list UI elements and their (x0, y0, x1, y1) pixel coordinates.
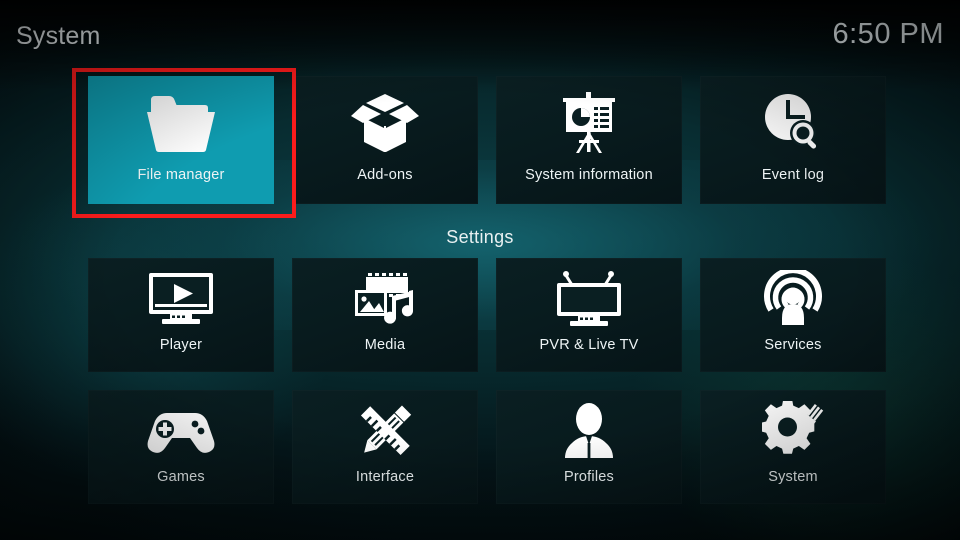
settings-tile-row-1: Player Media PVR & Live TV Services (88, 258, 886, 372)
tile-games[interactable]: Games (88, 390, 274, 504)
tile-label: System information (525, 167, 653, 183)
top-tile-row: File manager Add-ons System information … (88, 76, 886, 204)
tile-label: Services (764, 337, 822, 353)
tile-system[interactable]: System (700, 390, 886, 504)
gamepad-icon (145, 392, 217, 470)
tile-label: Interface (355, 469, 415, 485)
tile-label: Event log (761, 167, 825, 183)
person-bust-icon (560, 392, 618, 470)
tile-label: Add-ons (357, 167, 413, 183)
tile-label: Profiles (564, 469, 614, 485)
tile-label: Games (157, 469, 205, 485)
tile-label: System (768, 469, 818, 485)
settings-tile-row-2: Games Interface Profiles System (88, 390, 886, 504)
tile-services[interactable]: Services (700, 258, 886, 372)
tile-pvr-live-tv[interactable]: PVR & Live TV (496, 258, 682, 372)
header-bar: System 6:50 PM (0, 0, 960, 68)
tile-media[interactable]: Media (292, 258, 478, 372)
broadcast-person-icon (763, 260, 823, 338)
page-title: System (16, 22, 101, 50)
presentation-icon (557, 80, 621, 166)
folder-icon (143, 80, 219, 166)
tile-event-log[interactable]: Event log (700, 76, 886, 204)
clock-search-icon (761, 80, 825, 166)
tile-label: PVR & Live TV (539, 337, 639, 353)
tile-label: Media (364, 337, 406, 353)
tile-player[interactable]: Player (88, 258, 274, 372)
tile-profiles[interactable]: Profiles (496, 390, 682, 504)
tile-interface[interactable]: Interface (292, 390, 478, 504)
monitor-play-icon (146, 260, 216, 338)
tile-add-ons[interactable]: Add-ons (292, 76, 478, 204)
pencil-ruler-icon (354, 392, 416, 470)
tv-antenna-icon (554, 260, 624, 338)
tile-file-manager[interactable]: File manager (88, 76, 274, 204)
open-box-icon (350, 80, 420, 166)
tile-label: File manager (137, 167, 225, 183)
gear-fork-icon (762, 392, 824, 470)
clock: 6:50 PM (832, 18, 944, 50)
kodi-system-screen: System 6:50 PM File manager Add-ons Syst… (0, 0, 960, 540)
film-photo-music-icon (352, 260, 418, 338)
settings-heading: Settings (446, 227, 514, 247)
tile-label: Player (159, 337, 203, 353)
tile-system-information[interactable]: System information (496, 76, 682, 204)
